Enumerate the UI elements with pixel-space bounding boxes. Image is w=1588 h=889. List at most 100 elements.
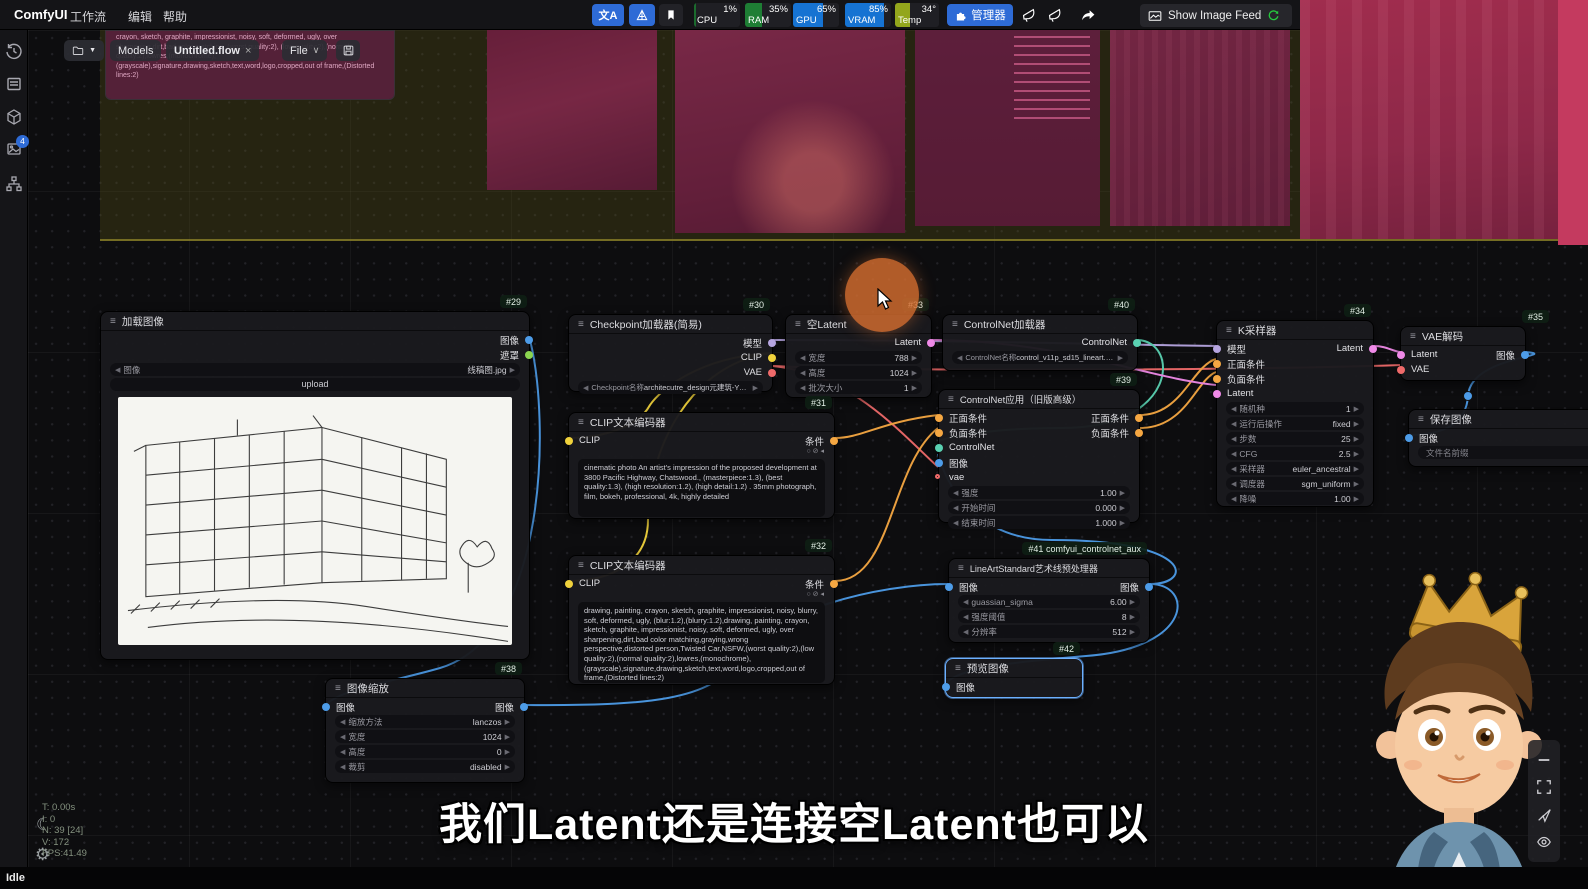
node-menu-icon[interactable]: ≡ [1418,414,1424,425]
sidebar-workflows-button[interactable] [5,175,23,193]
denoise-widget[interactable]: ◀降噪1.00▶ [1226,492,1364,505]
output-port-image[interactable] [1521,351,1529,359]
controlnet-name-widget[interactable]: ◀ ControlNet名称 control_v11p_sd15_lineart… [952,351,1128,364]
input-port-positive[interactable] [1213,360,1221,368]
node-menu-icon[interactable]: ≡ [578,319,584,330]
prev-icon[interactable]: ◀ [957,354,962,362]
input-port-positive[interactable] [935,414,943,422]
prev-icon[interactable]: ◀ [1231,435,1236,443]
prev-icon[interactable]: ◀ [340,733,345,741]
megaphone-button-2[interactable] [1043,4,1065,26]
node-menu-icon[interactable]: ≡ [1226,325,1232,336]
output-port-clip[interactable] [768,354,776,362]
strength-widget[interactable]: ◀强度1.00▶ [948,486,1130,499]
steps-widget[interactable]: ◀步数25▶ [1226,432,1364,445]
next-icon[interactable]: ▶ [1354,435,1359,443]
node-menu-icon[interactable]: ≡ [948,394,954,405]
next-icon[interactable]: ▶ [1354,420,1359,428]
node-preview-image[interactable]: #42 ≡预览图像 图像 [945,658,1083,698]
translate-button[interactable]: 文A [592,4,624,26]
menu-edit[interactable]: 编辑 [128,8,152,25]
input-port-image[interactable] [942,683,950,691]
node-ksampler[interactable]: #34 ≡K采样器 模型Latent 正面条件 负面条件 Latent ◀随机种… [1216,320,1374,507]
prev-icon[interactable]: ◀ [340,748,345,756]
intensity-threshold-widget[interactable]: ◀强度阈值8▶ [958,610,1140,623]
control-after-generate-widget[interactable]: ◀运行后操作fixed▶ [1226,417,1364,430]
gaussian-sigma-widget[interactable]: ◀guassian_sigma6.00▶ [958,595,1140,608]
text-tools-icons[interactable]: ○ ⊘ ◂ [569,447,834,457]
height-widget[interactable]: ◀高度1024▶ [795,366,922,379]
menu-workflow[interactable]: 工作流 [70,8,106,25]
next-icon[interactable]: ▶ [505,718,510,726]
input-port-negative[interactable] [1213,375,1221,383]
node-controlnet-apply[interactable]: #39 ≡ControlNet应用（旧版高级） 正面条件正面条件 负面条件负面条… [938,389,1140,523]
input-port-negative[interactable] [935,429,943,437]
prev-icon[interactable]: ◀ [340,718,345,726]
positive-prompt-textarea[interactable]: cinematic photo An artist's impression o… [578,459,825,517]
text-tools-icons[interactable]: ○ ⊘ ◂ [569,590,834,600]
prev-icon[interactable]: ◀ [953,489,958,497]
cfg-widget[interactable]: ◀CFG2.5▶ [1226,447,1364,460]
node-menu-icon[interactable]: ≡ [952,319,958,330]
scheduler-widget[interactable]: ◀调度器sgm_uniform▶ [1226,477,1364,490]
next-icon[interactable]: ▶ [1354,495,1359,503]
node-clip-encode-positive[interactable]: #31 ≡CLIP文本编码器 CLIP条件 ○ ⊘ ◂ cinematic ph… [568,412,835,519]
app-title[interactable]: ComfyUI [14,7,67,22]
zoom-out-button[interactable] [1536,752,1552,768]
node-vae-decode[interactable]: #35 ≡VAE解码 Latent图像 VAE [1400,326,1526,381]
output-port-conditioning[interactable] [830,580,838,588]
feed-image-6[interactable] [1558,0,1588,245]
output-port-image[interactable] [1145,583,1153,591]
next-icon[interactable]: ▶ [1130,598,1135,606]
output-port-image[interactable] [525,336,533,344]
node-checkpoint-loader[interactable]: #30 ≡Checkpoint加载器(简易) 模型 CLIP VAE ◀ Che… [568,314,773,392]
prev-icon[interactable]: ◀ [340,763,345,771]
workspace-button[interactable] [629,4,655,26]
crop-widget[interactable]: ◀裁剪disabled▶ [335,760,515,773]
node-menu-icon[interactable]: ≡ [110,316,116,327]
sidebar-gallery-button[interactable]: 4 [5,140,23,158]
next-icon[interactable]: ▶ [1120,504,1125,512]
next-icon[interactable]: ▶ [1130,613,1135,621]
width-widget[interactable]: ◀宽度788▶ [795,351,922,364]
workflow-folder-button[interactable]: ▼ [64,40,104,61]
output-port-image[interactable] [520,703,528,711]
prev-icon[interactable]: ◀ [953,519,958,527]
input-port-latent[interactable] [1397,351,1405,359]
next-icon[interactable]: ▶ [505,748,510,756]
show-image-feed-toggle[interactable]: Show Image Feed [1140,4,1292,27]
input-port-clip[interactable] [565,437,573,445]
next-icon[interactable]: ▶ [912,369,917,377]
save-workflow-button[interactable] [336,40,360,61]
share-button[interactable] [1077,4,1099,26]
node-menu-icon[interactable]: ≡ [1410,331,1416,342]
prev-icon[interactable]: ◀ [115,366,120,374]
next-icon[interactable]: ▶ [1130,628,1135,636]
height-widget[interactable]: ◀高度0▶ [335,745,515,758]
input-port-vae-optional[interactable] [935,474,940,479]
next-icon[interactable]: ▶ [1354,465,1359,473]
input-port-image[interactable] [1405,434,1413,442]
megaphone-button-1[interactable] [1017,4,1039,26]
menu-help[interactable]: 帮助 [163,8,187,25]
node-empty-latent[interactable]: #33 ≡空Latent Latent ◀宽度788▶ ◀高度1024▶ ◀批次… [785,314,932,398]
seed-widget[interactable]: ◀随机种1▶ [1226,402,1364,415]
node-controlnet-loader[interactable]: #40 ≡ControlNet加载器 ControlNet ◀ ControlN… [942,314,1138,371]
start-percent-widget[interactable]: ◀开始时间0.000▶ [948,501,1130,514]
next-icon[interactable]: ▶ [1118,354,1123,362]
node-menu-icon[interactable]: ≡ [795,319,801,330]
next-icon[interactable]: ▶ [753,384,758,392]
next-icon[interactable]: ▶ [1354,405,1359,413]
models-tab[interactable]: Models [110,40,161,61]
output-port-positive[interactable] [1135,414,1143,422]
feed-image-5[interactable] [1300,0,1558,239]
bookmark-button[interactable] [659,4,683,26]
node-menu-icon[interactable]: ≡ [955,663,961,674]
width-widget[interactable]: ◀宽度1024▶ [335,730,515,743]
prev-icon[interactable]: ◀ [1231,480,1236,488]
input-port-vae[interactable] [1397,366,1405,374]
prev-icon[interactable]: ◀ [1231,420,1236,428]
node-lineart-preprocessor[interactable]: #41 comfyui_controlnet_aux ≡LineArtStand… [948,558,1150,643]
node-menu-icon[interactable]: ≡ [958,563,964,574]
resolution-widget[interactable]: ◀分辨率512▶ [958,625,1140,638]
